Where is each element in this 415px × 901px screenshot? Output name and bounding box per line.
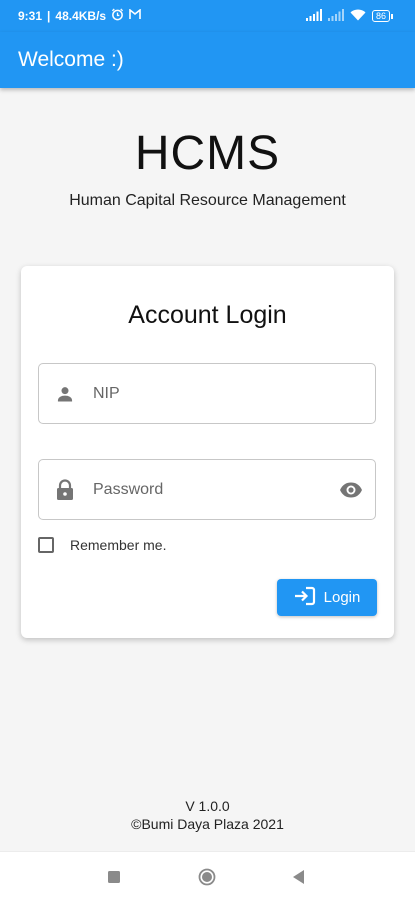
nip-input[interactable] [91,383,325,404]
signal-icon [305,8,322,24]
remember-me[interactable]: Remember me. [38,537,166,553]
back-icon[interactable] [290,868,308,886]
login-card-title: Account Login [128,301,287,329]
status-right: 86 [305,8,393,24]
password-input[interactable] [91,479,325,500]
person-icon [53,382,77,406]
battery-icon: 86 [371,10,393,22]
password-field[interactable] [38,459,376,520]
remember-me-checkbox[interactable] [38,537,54,553]
home-icon[interactable] [198,868,216,886]
login-card: Account Login Remember me. Login [21,266,394,638]
app-bar: Welcome :) [0,32,415,88]
lock-icon [53,478,77,502]
copyright-text: ©Bumi Daya Plaza 2021 [131,816,284,832]
recents-icon[interactable] [105,868,123,886]
login-icon [294,586,316,610]
login-button[interactable]: Login [277,579,377,616]
signal-icon [327,8,344,24]
gmail-icon [129,8,141,23]
alarm-icon [111,8,124,24]
status-bar: 9:31 | 48.4KB/s 86 [0,0,415,32]
status-time: 9:31 [18,9,43,23]
app-title: HCMS [134,127,281,180]
status-left: 9:31 | 48.4KB/s [18,8,141,24]
nip-field[interactable] [38,363,376,424]
wifi-icon [350,9,366,24]
app-subtitle: Human Capital Resource Management [69,192,346,209]
system-nav-bar [0,851,415,901]
remember-me-label: Remember me. [70,537,167,553]
app-bar-title: Welcome :) [18,48,124,71]
network-speed: 48.4KB/s [55,9,107,23]
eye-icon[interactable] [339,478,363,502]
app-version: V 1.0.0 [185,798,230,814]
login-button-label: Login [323,589,361,606]
